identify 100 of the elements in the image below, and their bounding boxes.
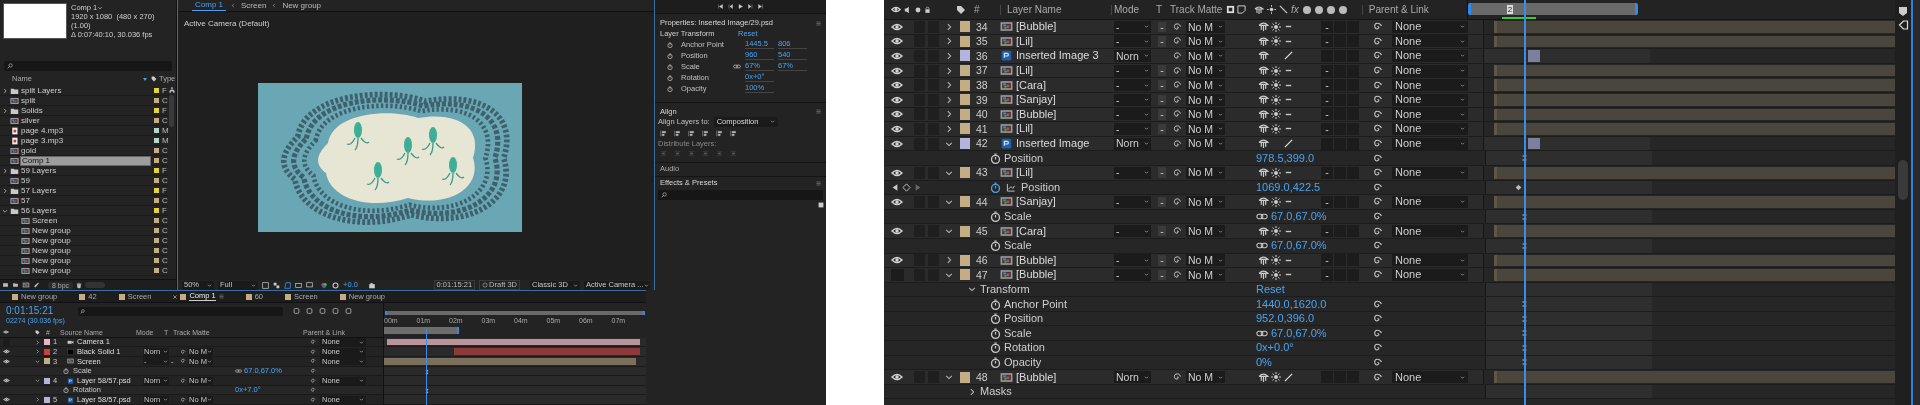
shy-icon[interactable]	[1258, 21, 1269, 33]
shy-icon[interactable]	[1258, 94, 1269, 106]
region-icon[interactable]	[262, 281, 269, 289]
scrollbar-thumb[interactable]	[169, 95, 174, 127]
project-item[interactable]: New group	[31, 266, 151, 275]
mode-dropdown[interactable]: -	[1114, 166, 1151, 179]
chevron-icon[interactable]	[2, 87, 8, 94]
menu-icon[interactable]	[218, 294, 224, 299]
layer-name[interactable]: [Bubble]	[1016, 21, 1114, 33]
align-icon[interactable]	[730, 130, 737, 137]
chevron-icon[interactable]	[945, 373, 953, 382]
eye-icon[interactable]	[3, 330, 9, 335]
shy-icon[interactable]	[1258, 50, 1269, 62]
sun-icon[interactable]	[1271, 36, 1281, 47]
spiral-icon[interactable]	[1372, 181, 1383, 193]
marker-bin-icon[interactable]	[1898, 5, 1908, 17]
property-value[interactable]: 1069.0,422.5	[1256, 181, 1321, 193]
spiral-icon[interactable]	[1172, 269, 1182, 280]
layer-cell[interactable]: -	[1321, 93, 1333, 106]
spiral-icon[interactable]	[1372, 152, 1383, 164]
transport-icon[interactable]	[748, 4, 753, 9]
spiral-icon[interactable]	[1372, 225, 1383, 237]
parent-dropdown[interactable]: None	[1392, 20, 1468, 33]
spiral-icon[interactable]	[1172, 36, 1182, 47]
spiral-icon[interactable]	[1172, 109, 1182, 120]
chevron-icon[interactable]	[968, 285, 976, 294]
mode-dropdown[interactable]: -	[1114, 225, 1151, 238]
mode-dropdown[interactable]: -	[1114, 20, 1151, 33]
label-swatch[interactable]	[960, 138, 970, 150]
property-value[interactable]: 978.5,399.0	[1256, 152, 1315, 164]
chevron-icon[interactable]	[945, 124, 953, 133]
label-swatch[interactable]	[154, 168, 159, 173]
project-item[interactable]: Comp 1	[20, 155, 151, 166]
stopwatch-icon[interactable]	[990, 356, 1001, 368]
search-field[interactable]	[4, 61, 172, 71]
mode-dropdown[interactable]: -	[1114, 93, 1151, 106]
spiral-icon[interactable]	[1172, 138, 1182, 149]
project-item[interactable]: New group	[31, 236, 151, 245]
layer-name[interactable]: Inserted Image	[1016, 138, 1114, 150]
label-swatch[interactable]	[154, 178, 159, 183]
chevron-icon[interactable]	[35, 378, 40, 383]
slash-icon[interactable]	[1284, 372, 1293, 382]
shy-icon[interactable]	[1258, 254, 1269, 266]
property-value[interactable]: 0%	[1256, 356, 1272, 368]
layer-name[interactable]: [Bubble]	[1016, 108, 1114, 120]
eye-icon[interactable]	[891, 227, 903, 236]
property-value[interactable]: 0x+0.0°	[1256, 342, 1294, 354]
eye-icon[interactable]	[891, 37, 903, 46]
sun-icon[interactable]	[1271, 255, 1281, 266]
chain-link-icon[interactable]	[1256, 242, 1268, 250]
shy-icon[interactable]	[1258, 138, 1269, 150]
project-item[interactable]: 57 Layers	[20, 186, 151, 195]
footage-icon[interactable]	[2, 282, 9, 288]
chevron-icon[interactable]	[945, 81, 953, 90]
layer-name[interactable]: Inserted Image 3	[1016, 50, 1114, 62]
search-field[interactable]	[78, 307, 283, 316]
label-swatch[interactable]	[960, 225, 970, 237]
spiral-icon[interactable]	[1372, 108, 1383, 120]
shy-icon[interactable]	[1258, 108, 1269, 120]
chevron-icon[interactable]	[2, 107, 8, 114]
chevron-icon[interactable]	[945, 37, 953, 46]
stopwatch-icon[interactable]	[990, 313, 1001, 325]
label-swatch[interactable]	[960, 65, 970, 77]
track-matte-dropdown[interactable]: No M	[1186, 50, 1225, 62]
layer-cell[interactable]: -	[1321, 20, 1333, 33]
mode-dropdown[interactable]: -	[1114, 35, 1151, 48]
project-item[interactable]: 57	[20, 196, 151, 205]
parent-dropdown[interactable]: None	[1392, 35, 1468, 48]
spiral-icon[interactable]	[1172, 255, 1182, 266]
stopwatch-icon[interactable]	[990, 327, 1001, 339]
eye-icon[interactable]	[891, 197, 903, 206]
label-swatch[interactable]	[44, 339, 50, 346]
label-swatch[interactable]	[154, 138, 159, 143]
property-value[interactable]: 67.0,67.0%	[1271, 240, 1327, 252]
layer-name[interactable]: [Cara]	[1016, 79, 1114, 91]
track-matte-dropdown[interactable]: No M	[1186, 225, 1225, 238]
chevron-icon[interactable]	[945, 197, 953, 206]
project-item[interactable]: 56 Layers	[20, 206, 151, 215]
breadcrumb-tab[interactable]: Comp 1	[192, 0, 226, 11]
stopwatch-icon[interactable]	[667, 41, 673, 48]
layer-cell[interactable]: -	[1321, 254, 1333, 267]
mode-dropdown[interactable]: -	[1114, 79, 1151, 92]
current-time[interactable]: 0:01:15:21	[6, 305, 78, 317]
label-swatch[interactable]	[154, 188, 159, 193]
eye-icon[interactable]	[3, 378, 10, 383]
chevron-icon[interactable]	[945, 66, 953, 75]
lock-icon[interactable]	[924, 5, 931, 14]
parent-dropdown[interactable]: None	[1392, 137, 1468, 150]
label-swatch[interactable]	[154, 118, 159, 123]
eye-icon[interactable]	[891, 6, 901, 13]
parent-dropdown[interactable]: None	[1392, 268, 1468, 281]
spiral-icon[interactable]	[180, 377, 186, 384]
keyframe-toggle-icon[interactable]	[902, 182, 911, 192]
track-matte-dropdown[interactable]: No M	[1186, 93, 1225, 106]
spiral-icon[interactable]	[1172, 51, 1182, 61]
layer-cell[interactable]: -	[1321, 268, 1333, 281]
sun-icon[interactable]	[1271, 167, 1281, 178]
eye-icon[interactable]	[891, 373, 903, 382]
stopwatch-icon[interactable]	[667, 74, 673, 81]
label-swatch[interactable]	[154, 268, 159, 273]
